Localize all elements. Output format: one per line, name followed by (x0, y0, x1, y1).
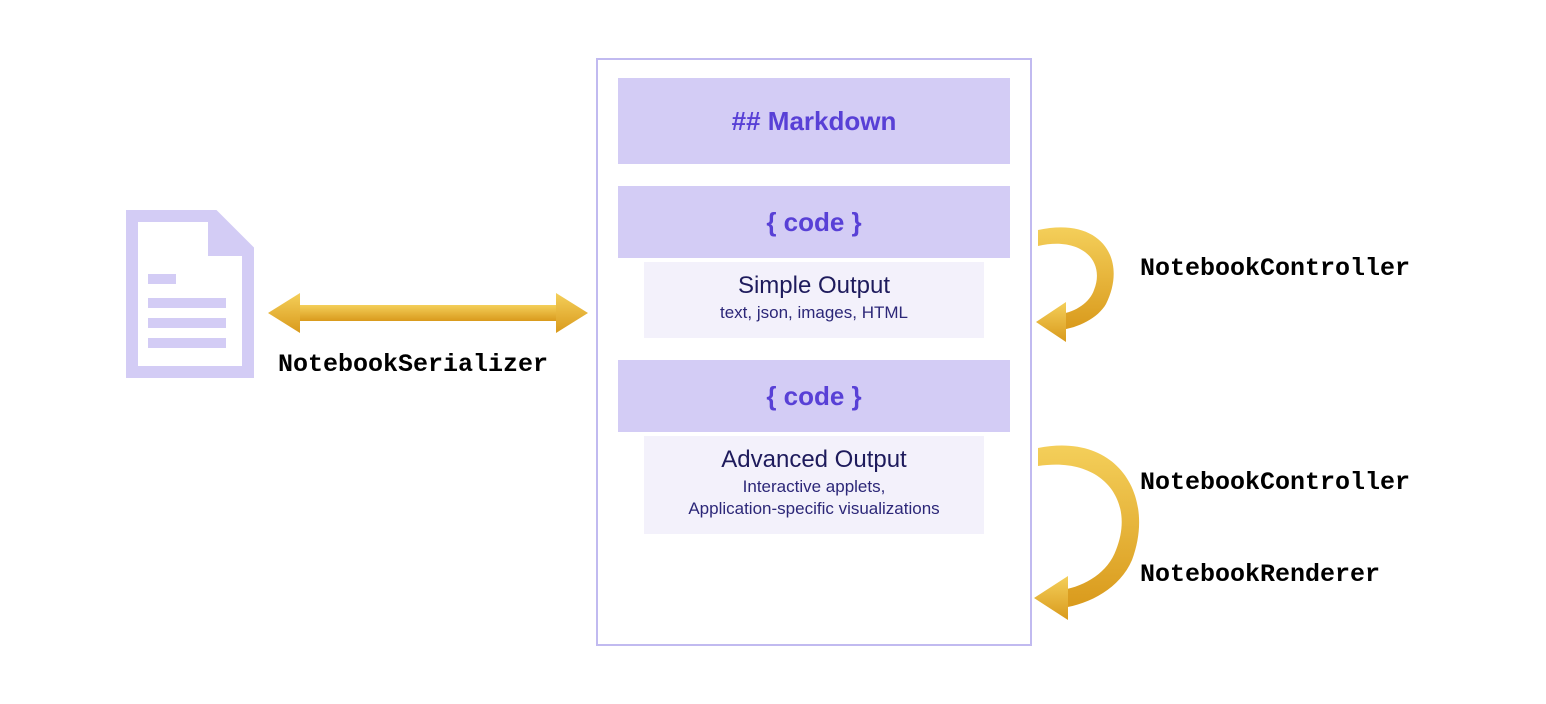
simple-output-subtitle: text, json, images, HTML (656, 302, 972, 324)
advanced-output-cell: Advanced Output Interactive applets, App… (644, 436, 984, 534)
simple-output-title: Simple Output (656, 272, 972, 300)
markdown-cell: ## Markdown (618, 78, 1010, 164)
simple-output-cell: Simple Output text, json, images, HTML (644, 262, 984, 338)
advanced-output-title: Advanced Output (656, 446, 972, 474)
code-cell-group-advanced: { code } Advanced Output Interactive app… (618, 360, 1010, 534)
code-cell: { code } (618, 360, 1010, 432)
serializer-double-arrow-icon (268, 288, 588, 338)
advanced-output-subtitle-line2: Application-specific visualizations (688, 499, 939, 518)
notebook-architecture-diagram: ## Markdown { code } Simple Output text,… (0, 0, 1546, 704)
renderer-curved-arrow-icon (1032, 430, 1162, 630)
document-file-icon (122, 208, 256, 380)
code-cell-label: { code } (766, 381, 861, 412)
renderer-label: NotebookRenderer (1140, 560, 1380, 589)
notebook-container: ## Markdown { code } Simple Output text,… (596, 58, 1032, 646)
code-cell-label: { code } (766, 207, 861, 238)
controller-curved-arrow-icon (1032, 212, 1142, 352)
markdown-cell-label: ## Markdown (732, 106, 897, 137)
controller-label-top: NotebookController (1140, 254, 1410, 283)
controller-label-bottom: NotebookController (1140, 468, 1410, 497)
advanced-output-subtitle-line1: Interactive applets, (743, 477, 886, 496)
code-cell-group-simple: { code } Simple Output text, json, image… (618, 186, 1010, 338)
serializer-label: NotebookSerializer (278, 350, 548, 379)
code-cell: { code } (618, 186, 1010, 258)
